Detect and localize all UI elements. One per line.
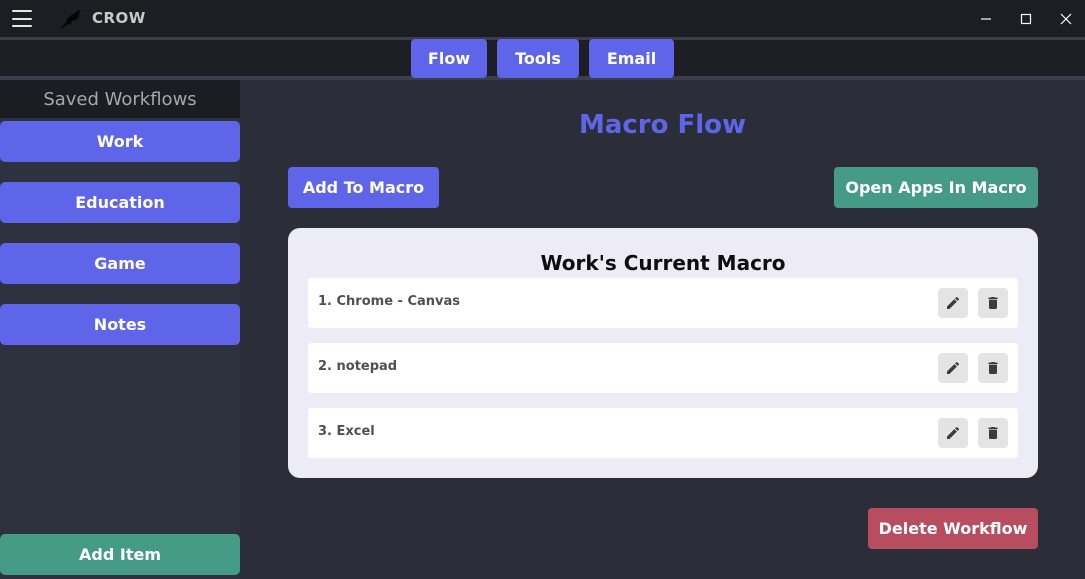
macro-item-label: 3. Excel	[318, 424, 375, 439]
crow-icon	[60, 10, 81, 29]
close-icon[interactable]	[1055, 8, 1077, 30]
trash-icon[interactable]	[978, 418, 1008, 448]
list-item: 2. notepad	[308, 343, 1018, 393]
add-to-macro-button[interactable]: Add To Macro	[288, 167, 439, 208]
delete-workflow-button[interactable]: Delete Workflow	[868, 508, 1038, 549]
sidebar-item-education[interactable]: Education	[0, 182, 240, 223]
minimize-icon[interactable]	[975, 8, 997, 30]
add-item-button[interactable]: Add Item	[0, 534, 240, 575]
card-title: Work's Current Macro	[540, 251, 786, 275]
open-apps-in-macro-button[interactable]: Open Apps In Macro	[834, 167, 1038, 208]
macro-item-label: 1. Chrome - Canvas	[318, 294, 461, 309]
pencil-icon[interactable]	[938, 418, 968, 448]
tab-email[interactable]: Email	[589, 39, 674, 78]
pencil-icon[interactable]	[938, 353, 968, 383]
list-item: 3. Excel	[308, 408, 1018, 458]
sidebar-item-game[interactable]: Game	[0, 243, 240, 284]
trash-icon[interactable]	[978, 288, 1008, 318]
hamburger-line	[12, 10, 32, 12]
sidebar-item-work[interactable]: Work	[0, 121, 240, 162]
app-title: CROW	[92, 9, 146, 27]
hamburger-line	[12, 17, 32, 20]
trash-icon[interactable]	[978, 353, 1008, 383]
sidebar-item-notes[interactable]: Notes	[0, 304, 240, 345]
hamburger-icon[interactable]	[12, 10, 32, 27]
maximize-icon[interactable]	[1015, 8, 1037, 30]
tab-flow[interactable]: Flow	[411, 39, 487, 78]
tab-tools[interactable]: Tools	[497, 39, 579, 78]
title-bar	[0, 0, 1085, 37]
sidebar-header: Saved Workflows	[0, 80, 240, 118]
page-title: Macro Flow	[578, 110, 747, 140]
pencil-icon[interactable]	[938, 288, 968, 318]
macro-item-label: 2. notepad	[318, 359, 398, 374]
hamburger-line	[12, 25, 32, 27]
list-item: 1. Chrome - Canvas	[308, 278, 1018, 328]
